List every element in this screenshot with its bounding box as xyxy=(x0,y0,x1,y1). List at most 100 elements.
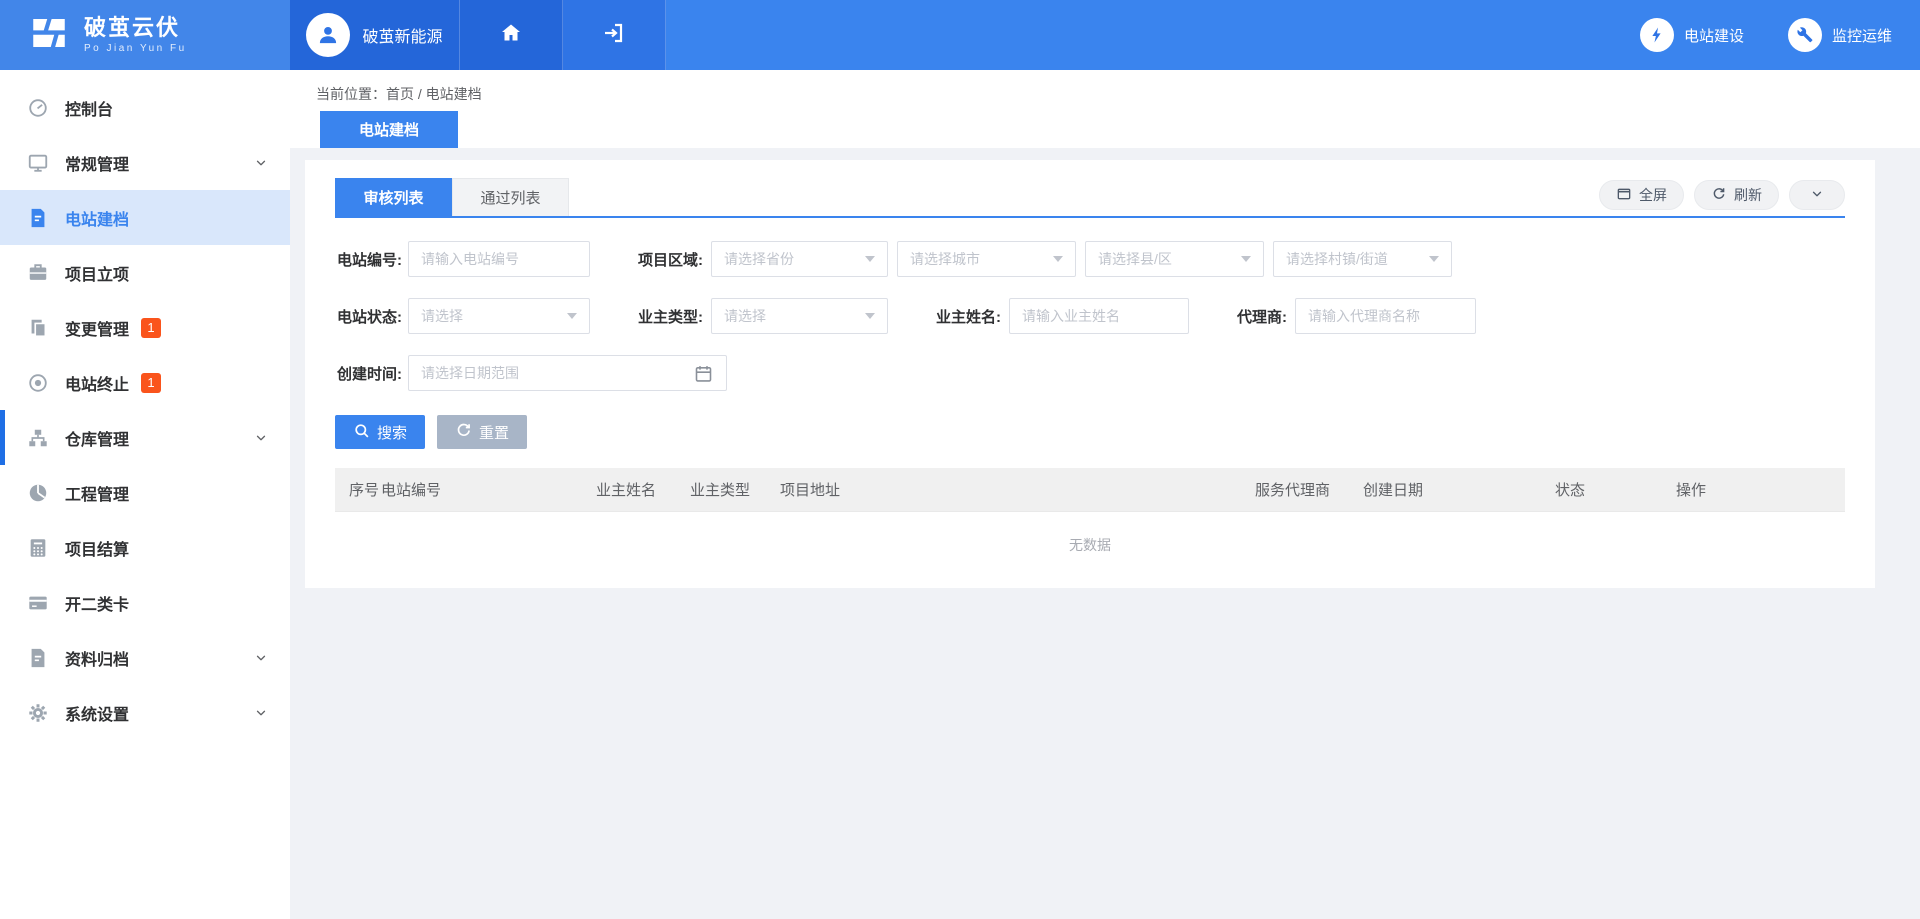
select-请选择城市[interactable]: 请选择城市 xyxy=(897,241,1076,277)
content-area: 审核列表通过列表 全屏 刷新 电站编号: 项目区域: 请选择省份请选择城市 请选择县/区… xyxy=(290,148,1920,588)
brand-title: 破茧云伏 xyxy=(84,16,187,40)
input-请输入业主姓名[interactable] xyxy=(1009,298,1189,334)
field-label: 项目区域: xyxy=(638,249,703,270)
sitemap-icon xyxy=(26,426,50,450)
header-action-label: 电站建设 xyxy=(1684,25,1744,46)
user-avatar-icon xyxy=(306,13,350,57)
chevron-down-icon xyxy=(254,706,268,720)
select-请选择县/区[interactable]: 请选择县/区 xyxy=(1085,241,1264,277)
column-header-业主类型: 业主类型 xyxy=(690,479,780,500)
brand-text: 破茧云伏 Po Jian Yun Fu xyxy=(84,16,187,54)
sidebar-item-label: 变更管理 xyxy=(65,316,129,340)
pages-icon xyxy=(26,316,50,340)
header-action-label: 监控运维 xyxy=(1832,25,1892,46)
empty-state: 无数据 xyxy=(335,512,1845,590)
panel-toolbar: 全屏 刷新 xyxy=(1599,180,1845,210)
input-请输入电站编号[interactable] xyxy=(408,241,590,277)
fullscreen-label: 全屏 xyxy=(1639,185,1667,205)
header-action-电站建设[interactable]: 电站建设 xyxy=(1640,18,1744,52)
sidebar: 控制台常规管理电站建档项目立项变更管理1电站终止1仓库管理工程管理项目结算开二类… xyxy=(0,70,290,919)
date-range-input[interactable] xyxy=(408,355,727,391)
sidebar-item-项目结算[interactable]: 项目结算 xyxy=(0,520,290,575)
select-请选择[interactable]: 请选择 xyxy=(711,298,888,334)
refresh-icon xyxy=(1711,186,1727,205)
text-field[interactable] xyxy=(1010,299,1188,333)
collapse-button[interactable] xyxy=(1789,180,1845,210)
header-spacer xyxy=(666,0,1640,70)
notification-badge: 1 xyxy=(141,318,161,338)
header-action-监控运维[interactable]: 监控运维 xyxy=(1788,18,1892,52)
select-placeholder: 请选择县/区 xyxy=(1098,249,1172,269)
calculator-icon xyxy=(26,536,50,560)
sidebar-nav: 控制台常规管理电站建档项目立项变更管理1电站终止1仓库管理工程管理项目结算开二类… xyxy=(0,70,290,740)
search-button[interactable]: 搜索 xyxy=(335,415,425,449)
select-placeholder: 请选择 xyxy=(724,306,766,326)
field-label: 代理商: xyxy=(1237,306,1287,327)
signin-nav[interactable] xyxy=(563,0,666,70)
tab-underline xyxy=(335,216,1845,218)
sidebar-item-label: 仓库管理 xyxy=(65,426,129,450)
sidebar-item-label: 工程管理 xyxy=(65,481,129,505)
filter-row: 创建时间: xyxy=(335,355,1845,391)
date-range-field[interactable] xyxy=(409,356,726,390)
fullscreen-icon xyxy=(1616,186,1632,205)
select-请选择[interactable]: 请选择 xyxy=(408,298,590,334)
chevron-down-icon xyxy=(1810,187,1824,204)
sidebar-item-资料归档[interactable]: 资料归档 xyxy=(0,630,290,685)
home-nav[interactable] xyxy=(460,0,563,70)
sidebar-item-仓库管理[interactable]: 仓库管理 xyxy=(0,410,290,465)
brand-logo[interactable]: 破茧云伏 Po Jian Yun Fu xyxy=(0,0,290,70)
breadcrumb: 当前位置：首页 / 电站建档 xyxy=(290,70,1920,104)
tab-审核列表[interactable]: 审核列表 xyxy=(335,178,452,216)
sidebar-item-项目立项[interactable]: 项目立项 xyxy=(0,245,290,300)
sidebar-item-工程管理[interactable]: 工程管理 xyxy=(0,465,290,520)
chevron-down-icon xyxy=(254,156,268,170)
calendar-icon xyxy=(693,363,714,389)
home-icon xyxy=(499,21,523,50)
fullscreen-button[interactable]: 全屏 xyxy=(1599,180,1684,210)
app-root: 破茧云伏 Po Jian Yun Fu 破茧新能源 xyxy=(0,0,1920,919)
search-icon xyxy=(353,422,370,443)
reset-button[interactable]: 重置 xyxy=(437,415,527,449)
tab-通过列表[interactable]: 通过列表 xyxy=(452,178,569,216)
caret-down-icon xyxy=(865,256,875,262)
sidebar-item-label: 电站建档 xyxy=(65,206,129,230)
field-label: 电站编号: xyxy=(335,249,402,270)
sidebar-item-电站建档[interactable]: 电站建档 xyxy=(0,190,290,245)
select-请选择村镇/街道[interactable]: 请选择村镇/街道 xyxy=(1273,241,1452,277)
refresh-button[interactable]: 刷新 xyxy=(1694,180,1779,210)
filter-row: 电站状态:请选择业主类型:请选择业主姓名:代理商: xyxy=(335,298,1845,334)
text-field[interactable] xyxy=(1296,299,1475,333)
main-area: 当前位置：首页 / 电站建档 电站建档 审核列表通过列表 全屏 刷新 电站编号: 项… xyxy=(290,70,1920,919)
results-table: 序号电站编号业主姓名业主类型项目地址服务代理商创建日期状态操作 无数据 xyxy=(335,468,1845,590)
input-请输入代理商名称[interactable] xyxy=(1295,298,1476,334)
sidebar-item-控制台[interactable]: 控制台 xyxy=(0,80,290,135)
select-请选择省份[interactable]: 请选择省份 xyxy=(711,241,888,277)
field-label: 电站状态: xyxy=(335,306,402,327)
column-header-项目地址: 项目地址 xyxy=(780,479,1255,500)
page-tab-active[interactable]: 电站建档 xyxy=(320,111,458,148)
user-menu[interactable]: 破茧新能源 xyxy=(290,0,460,70)
top-header: 破茧云伏 Po Jian Yun Fu 破茧新能源 xyxy=(0,0,1920,70)
card-icon xyxy=(26,591,50,615)
sidebar-item-label: 项目结算 xyxy=(65,536,129,560)
column-header-服务代理商: 服务代理商 xyxy=(1255,479,1363,500)
caret-down-icon xyxy=(1053,256,1063,262)
notification-badge: 1 xyxy=(141,373,161,393)
column-header-电站编号: 电站编号 xyxy=(381,479,596,500)
form-buttons: 搜索 重置 xyxy=(335,415,1845,449)
table-header-row: 序号电站编号业主姓名业主类型项目地址服务代理商创建日期状态操作 xyxy=(335,468,1845,512)
sidebar-item-label: 资料归档 xyxy=(65,646,129,670)
sidebar-item-label: 项目立项 xyxy=(65,261,129,285)
sidebar-item-label: 控制台 xyxy=(65,96,113,120)
field-label: 创建时间: xyxy=(335,363,402,384)
text-field[interactable] xyxy=(409,242,589,276)
sidebar-item-开二类卡[interactable]: 开二类卡 xyxy=(0,575,290,630)
sidebar-item-电站终止[interactable]: 电站终止1 xyxy=(0,355,290,410)
field-label: 业主类型: xyxy=(638,306,703,327)
breadcrumb-prefix: 当前位置： xyxy=(316,86,386,102)
sidebar-item-常规管理[interactable]: 常规管理 xyxy=(0,135,290,190)
sidebar-item-系统设置[interactable]: 系统设置 xyxy=(0,685,290,740)
sidebar-item-变更管理[interactable]: 变更管理 1 xyxy=(0,300,290,355)
select-placeholder: 请选择村镇/街道 xyxy=(1286,249,1388,269)
